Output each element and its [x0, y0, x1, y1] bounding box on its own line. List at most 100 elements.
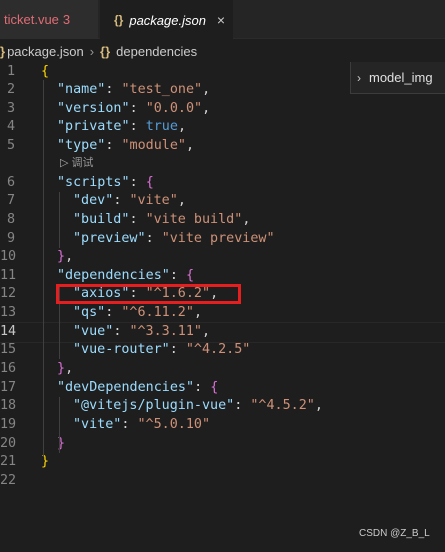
code-token: "vite preview" — [161, 231, 275, 246]
code-token: true — [145, 119, 178, 134]
code-line[interactable]: 3 "version": "0.0.0", — [0, 100, 445, 119]
code-token: , — [186, 138, 195, 153]
code-token: , — [177, 119, 186, 134]
code-token: "vue-router" — [73, 342, 170, 357]
code-token: "@vitejs/plugin-vue" — [73, 398, 235, 413]
problem-count-badge: 3 — [62, 12, 71, 27]
line-number: 11 — [0, 268, 17, 283]
code-token: "vite" — [73, 417, 122, 432]
code-line[interactable]: 10}, — [0, 248, 445, 267]
code-token: , — [65, 361, 74, 376]
code-line[interactable]: 11 "dependencies": { — [0, 267, 445, 286]
code-line[interactable]: 19 "vite": "^5.0.10" — [0, 416, 445, 435]
line-number: 14 — [0, 324, 17, 339]
code-line[interactable]: 20} — [0, 435, 445, 454]
code-line[interactable]: 18 "@vitejs/plugin-vue": "^4.5.2", — [0, 397, 445, 416]
debug-codelens[interactable]: ▷ 调试 — [60, 154, 93, 170]
code-token: "module" — [121, 138, 187, 153]
code-token: } — [57, 249, 66, 264]
code-line[interactable]: 21} — [0, 453, 445, 472]
code-editor[interactable]: 22 21} 20} 19 "vite": "^5.0.10" 18 "@vitejs/pl… — [0, 62, 445, 552]
code-token: "devDependencies" — [57, 380, 195, 395]
annotation-highlight-box — [56, 284, 241, 304]
line-number: 13 — [0, 305, 17, 320]
code-token: : — [234, 398, 251, 413]
code-token: "^4.2.5" — [185, 342, 251, 357]
json-file-icon: {} — [114, 13, 124, 27]
code-token: "^5.0.10" — [137, 417, 211, 432]
code-token: "private" — [57, 119, 130, 134]
code-line[interactable]: 6 "scripts": { — [0, 174, 445, 193]
code-token: "vue" — [73, 324, 114, 339]
code-token: "qs" — [73, 305, 106, 320]
line-content: "scripts": { — [57, 174, 154, 193]
tab-bar: ticket.vue 3 {} package.json × — [0, 0, 445, 39]
code-line[interactable]: 17 "devDependencies": { — [0, 379, 445, 398]
line-number: 4 — [6, 119, 15, 134]
breadcrumb: } package.json › {} dependencies — [0, 40, 445, 62]
codelens-label: 调试 — [71, 157, 94, 169]
code-token: : — [169, 342, 186, 357]
code-token: : — [129, 175, 146, 190]
tab-package-json[interactable]: {} package.json × — [100, 0, 233, 39]
line-number: 2 — [6, 82, 15, 97]
outline-panel[interactable]: › model_img — [350, 62, 445, 94]
line-number: 17 — [0, 380, 17, 395]
chevron-right-icon: › — [357, 70, 361, 85]
code-token: { — [210, 380, 219, 395]
code-token: : — [121, 417, 138, 432]
tab-ticket-vue[interactable]: ticket.vue 3 — [0, 0, 98, 39]
code-token: , — [177, 193, 186, 208]
code-line[interactable]: 9 "preview": "vite preview" — [0, 230, 445, 249]
code-token: "build" — [73, 212, 130, 227]
line-number: 10 — [0, 249, 17, 264]
code-token: "name" — [57, 82, 106, 97]
line-number: 12 — [0, 286, 17, 301]
line-content: "@vitejs/plugin-vue": "^4.5.2", — [73, 397, 323, 416]
code-token: "test_one" — [121, 82, 203, 97]
code-token: "dev" — [73, 193, 114, 208]
code-token: "0.0.0" — [145, 101, 203, 116]
breadcrumb-symbol[interactable]: dependencies — [116, 44, 197, 59]
code-token: "dependencies" — [57, 268, 170, 283]
code-token: "preview" — [73, 231, 146, 246]
line-content: "preview": "vite preview" — [73, 230, 275, 249]
code-token: : — [113, 193, 130, 208]
code-token: , — [202, 324, 211, 339]
code-line[interactable]: 8 "build": "vite build", — [0, 211, 445, 230]
code-line[interactable]: 5 "type": "module", — [0, 137, 445, 156]
line-number: 20 — [0, 436, 17, 451]
line-content: "vite": "^5.0.10" — [73, 416, 210, 435]
line-content: "dependencies": { — [57, 267, 194, 286]
code-token: : — [113, 324, 130, 339]
close-icon[interactable]: × — [217, 12, 225, 28]
indent-guide — [59, 192, 60, 248]
code-line[interactable]: 16}, — [0, 360, 445, 379]
code-token: "^3.3.11" — [129, 324, 202, 339]
code-line[interactable]: 7 "dev": "vite", — [0, 192, 445, 211]
line-number: 21 — [0, 454, 17, 469]
chevron-right-icon: › — [89, 43, 95, 59]
line-content: "name": "test_one", — [57, 81, 210, 100]
code-token: : — [194, 380, 211, 395]
code-line[interactable]: 4 "private": true, — [0, 118, 445, 137]
breadcrumb-file[interactable]: package.json — [7, 44, 84, 59]
code-token: : — [145, 231, 162, 246]
code-token: "^4.5.2" — [250, 398, 315, 413]
line-content: "private": true, — [57, 118, 186, 137]
line-number: 16 — [0, 361, 17, 376]
code-line[interactable]: 14 "vue": "^3.3.11", — [0, 322, 445, 343]
code-token: "vite build" — [145, 212, 243, 227]
code-line[interactable]: 13 "qs": "^6.11.2", — [0, 304, 445, 323]
code-token: , — [65, 249, 74, 264]
code-token: } — [41, 454, 50, 469]
line-number: 1 — [6, 64, 15, 79]
line-number: 9 — [6, 231, 15, 246]
line-number: 18 — [0, 398, 17, 413]
line-number: 6 — [6, 175, 15, 190]
code-token: : — [129, 119, 146, 134]
code-line[interactable]: 15 "vue-router": "^4.2.5" — [0, 341, 445, 360]
code-token: , — [202, 101, 211, 116]
code-line[interactable]: 22 — [0, 472, 445, 491]
code-token: , — [314, 398, 323, 413]
